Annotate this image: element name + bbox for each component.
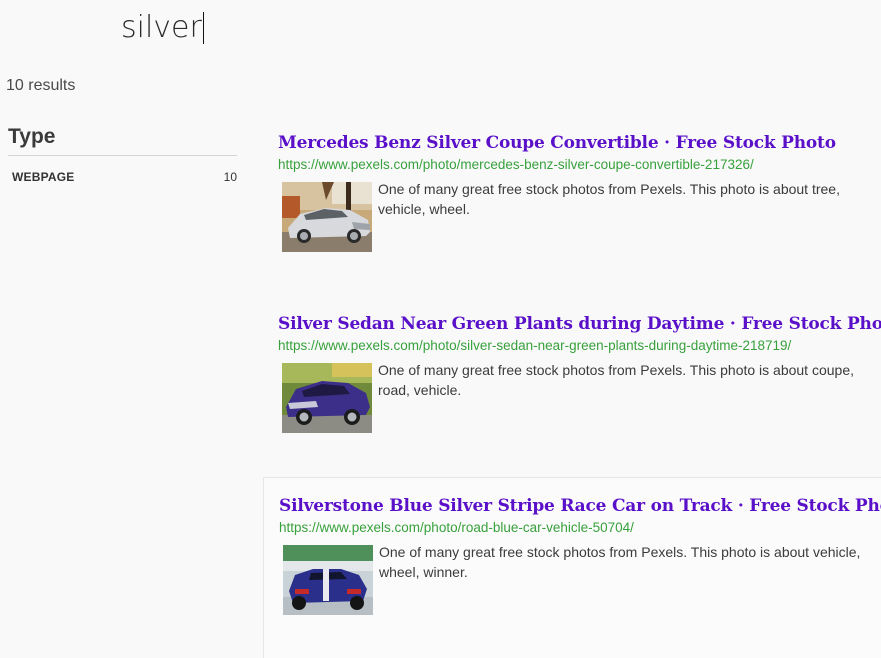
result-title-link[interactable]: Silver Sedan Near Green Plants during Da… (278, 314, 881, 334)
facet-item-count: 10 (223, 170, 237, 184)
result-thumbnail-image[interactable] (283, 545, 373, 615)
facet-sidebar: Type WEBPAGE 10 (8, 125, 237, 184)
result-url[interactable]: https://www.pexels.com/photo/mercedes-be… (278, 157, 881, 172)
result-snippet: One of many great free stock photos from… (379, 544, 861, 580)
result-url[interactable]: https://www.pexels.com/photo/silver-seda… (278, 338, 881, 353)
result-thumbnail-image[interactable] (282, 363, 372, 433)
text-caret (202, 12, 205, 44)
result-thumbnail-image[interactable] (282, 182, 372, 252)
search-input[interactable]: silver (121, 8, 205, 48)
result-item: Silverstone Blue Silver Stripe Race Car … (263, 477, 881, 658)
result-item: Mercedes Benz Silver Coupe Convertible ·… (263, 115, 881, 296)
result-title-link[interactable]: Silverstone Blue Silver Stripe Race Car … (279, 496, 881, 516)
facet-item-label: WEBPAGE (12, 170, 75, 184)
results-list: Mercedes Benz Silver Coupe Convertible ·… (263, 115, 881, 658)
result-url[interactable]: https://www.pexels.com/photo/road-blue-c… (279, 520, 881, 535)
facet-item-webpage[interactable]: WEBPAGE 10 (8, 170, 237, 184)
search-query-text: silver (121, 10, 202, 45)
result-count: 10 results (6, 77, 76, 94)
result-title-link[interactable]: Mercedes Benz Silver Coupe Convertible ·… (278, 133, 881, 153)
result-snippet: One of many great free stock photos from… (378, 181, 840, 217)
facet-title: Type (8, 125, 237, 156)
result-item: Silver Sedan Near Green Plants during Da… (263, 296, 881, 477)
result-snippet: One of many great free stock photos from… (378, 362, 854, 398)
search-bar: silver (0, 0, 881, 60)
